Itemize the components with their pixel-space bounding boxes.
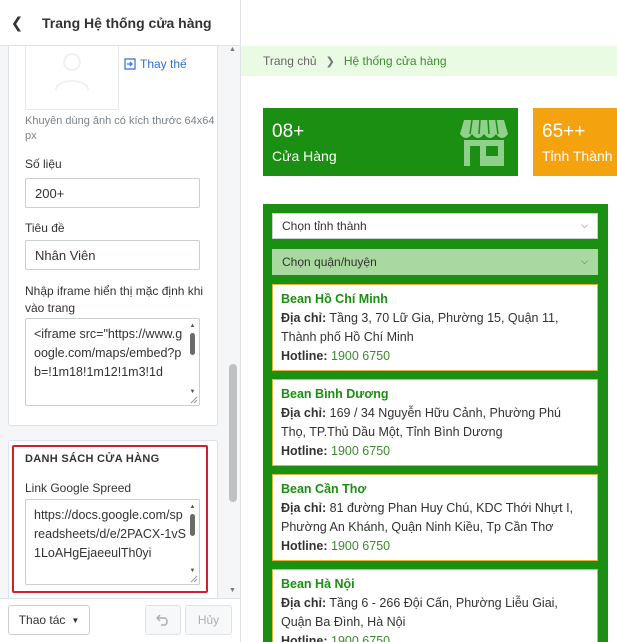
breadcrumb: Trang chủ ❯ Hệ thống cửa hàng <box>241 46 617 76</box>
store-item[interactable]: Bean Hà Nội Địa chỉ: Tầng 6 - 266 Đội Cấ… <box>272 569 598 642</box>
breadcrumb-home[interactable]: Trang chủ <box>263 54 317 68</box>
stat-provinces: 65++ Tỉnh Thành <box>533 108 617 176</box>
stat-number-input[interactable]: 200+ <box>25 178 200 208</box>
stat-stores: 08+ Cửa Hàng <box>263 108 518 176</box>
iframe-textarea[interactable]: <iframe src="https://www.google.com/maps… <box>25 318 200 406</box>
breadcrumb-current: Hệ thống cửa hàng <box>343 54 447 68</box>
panel-header: ❮ Trang Hệ thống cửa hàng <box>0 0 240 46</box>
store-item[interactable]: Bean Hồ Chí Minh Địa chỉ: Tầng 3, 70 Lữ … <box>272 284 598 371</box>
back-button[interactable]: ❮ <box>0 0 34 46</box>
scroll-up-icon[interactable]: ▲ <box>229 46 236 53</box>
sheet-link-textarea[interactable]: https://docs.google.com/spreadsheets/d/e… <box>25 499 200 585</box>
resize-handle-icon[interactable] <box>189 395 198 404</box>
replace-icon <box>124 58 136 70</box>
actions-button[interactable]: Thao tác ▼ <box>8 605 90 635</box>
iframe-label: Nhập iframe hiển thị mặc định khi vào tr… <box>25 284 204 315</box>
stat-stores-number: 08+ <box>272 121 305 142</box>
sheet-link-text: https://docs.google.com/spreadsheets/d/e… <box>34 508 186 560</box>
sheet-link-label: Link Google Spreed <box>25 481 132 495</box>
stat-stores-label: Cửa Hàng <box>272 148 337 164</box>
store-address: Địa chỉ: Tầng 3, 70 Lữ Gia, Phường 15, Q… <box>281 311 559 344</box>
store-item[interactable]: Bean Cần Thơ Địa chỉ: 81 đường Phan Huy … <box>272 474 598 561</box>
scrollbar-thumb[interactable] <box>229 364 237 502</box>
stat-title-label: Tiêu đề <box>25 221 65 235</box>
chevron-down-icon: ⌵ <box>581 220 588 230</box>
store-name: Bean Bình Dương <box>281 387 389 401</box>
district-select[interactable]: Chọn quận/huyện ⌵ <box>272 249 598 275</box>
store-hotline: Hotline: 1900 6750 <box>281 349 391 363</box>
section-title: DANH SÁCH CỬA HÀNG <box>25 453 160 465</box>
store-icon <box>460 119 508 166</box>
cancel-button[interactable]: Hủy <box>185 605 232 635</box>
scroll-down-icon[interactable]: ▼ <box>229 587 236 594</box>
resize-handle-icon[interactable] <box>189 574 198 583</box>
store-hotline: Hotline: 1900 6750 <box>281 444 391 458</box>
store-name: Bean Hồ Chí Minh <box>281 292 388 306</box>
stat-number-label: Số liệu <box>25 157 62 171</box>
image-size-hint: Khuyên dùng ảnh có kích thước 64x64 px <box>25 115 215 142</box>
chevron-left-icon: ❮ <box>10 14 24 32</box>
store-list: Chọn tỉnh thành ⌵ Chọn quận/huyện ⌵ Bean… <box>263 204 608 642</box>
chevron-right-icon: ❯ <box>325 55 335 68</box>
panel-footer: Thao tác ▼ Hủy <box>0 598 240 642</box>
store-item[interactable]: Bean Bình Dương Địa chỉ: 169 / 34 Nguyễn… <box>272 379 598 466</box>
undo-icon <box>156 614 168 626</box>
stat-provinces-label: Tỉnh Thành <box>542 148 613 164</box>
panel-scrollbar[interactable]: ▲ ▼ <box>226 46 240 596</box>
stat-provinces-number: 65++ <box>542 121 586 142</box>
textarea-scrollbar[interactable]: ▲ ▼ <box>189 323 196 395</box>
replace-label: Thay thế <box>140 57 187 71</box>
store-hotline: Hotline: 1900 6750 <box>281 539 391 553</box>
page-preview: Trang chủ ❯ Hệ thống cửa hàng 08+ Cửa Hà… <box>241 0 617 642</box>
preview-header <box>241 0 617 46</box>
store-address: Địa chỉ: Tầng 6 - 266 Đội Cấn, Phường Li… <box>281 596 558 629</box>
store-name: Bean Hà Nội <box>281 577 355 591</box>
editor-panel: ❮ Trang Hệ thống cửa hàng Thay thế Khuyê… <box>0 0 241 642</box>
user-placeholder-icon <box>55 53 89 90</box>
store-address: Địa chỉ: 81 đường Phan Huy Chú, KDC Thới… <box>281 501 574 534</box>
image-thumbnail[interactable] <box>25 46 119 110</box>
city-select[interactable]: Chọn tỉnh thành ⌵ <box>272 213 598 239</box>
actions-label: Thao tác <box>18 613 66 627</box>
store-address: Địa chỉ: 169 / 34 Nguyễn Hữu Cảnh, Phườn… <box>281 406 561 439</box>
chevron-down-icon: ⌵ <box>581 256 588 266</box>
store-hotline: Hotline: 1900 6750 <box>281 634 391 642</box>
undo-button[interactable] <box>145 605 181 635</box>
replace-image-button[interactable]: Thay thế <box>124 57 187 71</box>
textarea-scrollbar[interactable]: ▲ ▼ <box>189 504 196 574</box>
panel-title: Trang Hệ thống cửa hàng <box>42 14 212 31</box>
stat-title-input[interactable]: Nhân Viên <box>25 240 200 270</box>
caret-down-icon: ▼ <box>71 615 80 625</box>
iframe-text: <iframe src="https://www.google.com/maps… <box>34 327 183 379</box>
store-name: Bean Cần Thơ <box>281 482 367 496</box>
